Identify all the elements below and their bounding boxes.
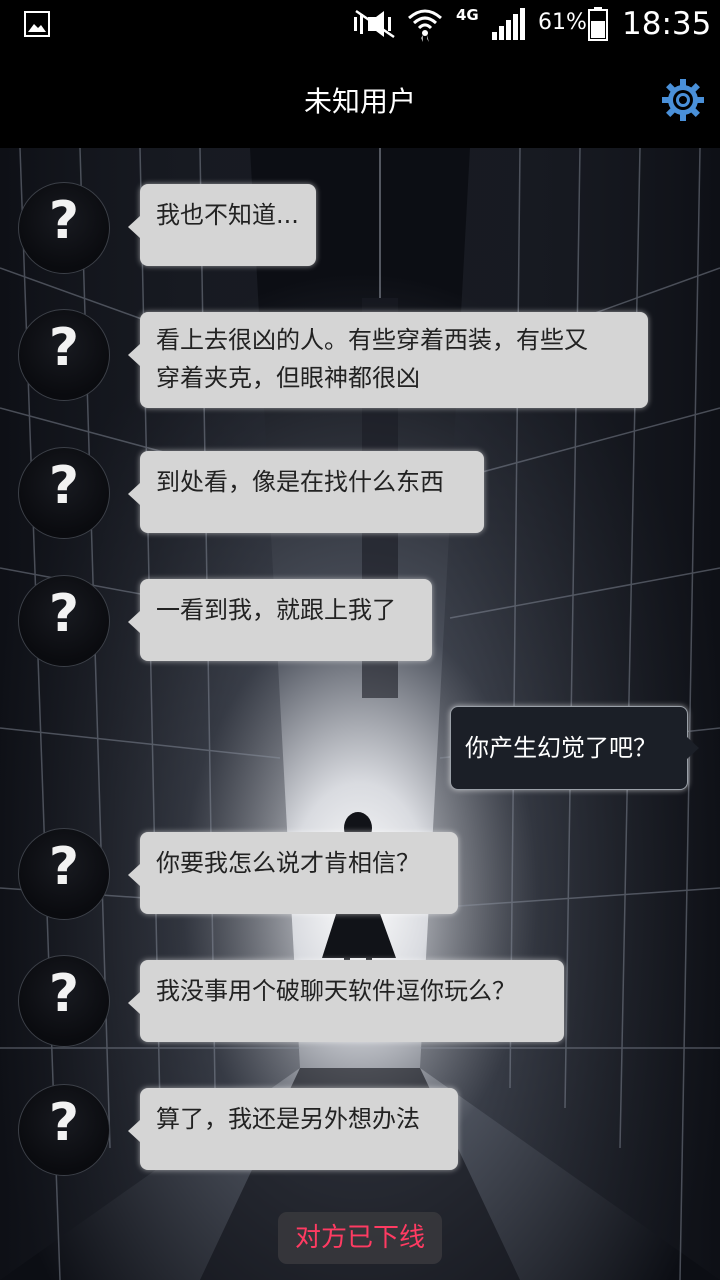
clock: 18:35	[622, 6, 712, 42]
incoming-message: 算了，我还是另外想办法	[128, 1088, 458, 1170]
question-mark-icon: ?	[48, 584, 80, 644]
avatar[interactable]: ?	[18, 182, 110, 274]
message-text: 你产生幻觉了吧？	[465, 734, 657, 762]
message-text: 算了，我还是另外想办法	[156, 1105, 420, 1133]
message-text: 我也不知道...	[156, 201, 299, 229]
message-text: 我没事用个破聊天软件逗你玩么？	[156, 977, 516, 1005]
message-text: 你要我怎么说才肯相信？	[156, 849, 420, 877]
message-text: 一看到我，就跟上我了	[156, 596, 396, 624]
question-mark-icon: ?	[48, 837, 80, 897]
chat-screen: 4G 61% 18:35 未知用户 ? 我也不知道... ? 看上去很凶的人。有…	[0, 0, 720, 1280]
outgoing-message: 你产生幻觉了吧？	[450, 706, 699, 790]
gallery-icon	[24, 11, 50, 37]
question-mark-icon: ?	[48, 456, 80, 516]
avatar[interactable]: ?	[18, 447, 110, 539]
incoming-message: 看上去很凶的人。有些穿着西装，有些又 穿着夹克，但眼神都很凶	[128, 312, 648, 408]
message-text-line: 穿着夹克，但眼神都很凶	[156, 364, 420, 392]
title-bar: 未知用户	[0, 50, 720, 148]
avatar[interactable]: ?	[18, 575, 110, 667]
question-mark-icon: ?	[48, 191, 80, 251]
question-mark-icon: ?	[48, 1093, 80, 1153]
mute-icon	[354, 9, 395, 39]
incoming-message: 我没事用个破聊天软件逗你玩么？	[128, 960, 564, 1042]
signal-icon	[492, 8, 525, 40]
message-text: 到处看，像是在找什么东西	[156, 468, 444, 496]
incoming-message: 一看到我，就跟上我了	[128, 579, 432, 661]
message-text-line: 看上去很凶的人。有些穿着西装，有些又	[156, 326, 588, 354]
avatar[interactable]: ?	[18, 955, 110, 1047]
question-mark-icon: ?	[48, 318, 80, 378]
incoming-message: 你要我怎么说才肯相信？	[128, 832, 458, 914]
battery-percent: 61%	[538, 10, 587, 35]
incoming-message: 我也不知道...	[128, 184, 316, 266]
page-title: 未知用户	[303, 85, 416, 118]
avatar[interactable]: ?	[18, 828, 110, 920]
status-bar: 4G 61% 18:35	[0, 0, 720, 50]
question-mark-icon: ?	[48, 964, 80, 1024]
gear-icon[interactable]	[660, 77, 706, 123]
network-type-label: 4G	[456, 6, 479, 24]
avatar[interactable]: ?	[18, 1084, 110, 1176]
offline-status-badge: 对方已下线	[278, 1212, 442, 1264]
incoming-message: 到处看，像是在找什么东西	[128, 451, 484, 533]
wifi-icon	[408, 9, 442, 42]
avatar[interactable]: ?	[18, 309, 110, 401]
battery-icon	[588, 7, 608, 41]
